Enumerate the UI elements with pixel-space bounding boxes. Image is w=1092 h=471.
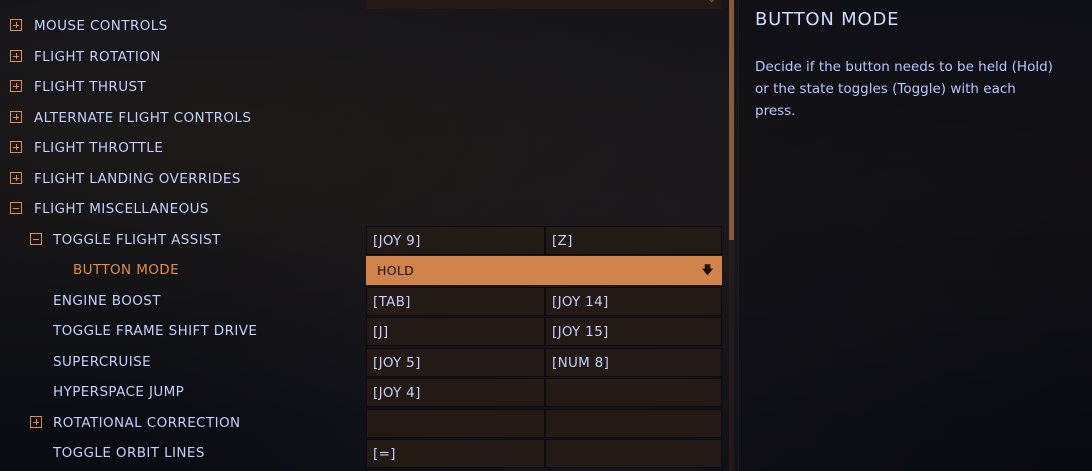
primary-binding[interactable]: [JOY 5] xyxy=(366,348,545,377)
collapse-icon[interactable] xyxy=(10,202,22,214)
binding-label: TOGGLE ORBIT LINES xyxy=(53,445,205,461)
controls-list: ⌄ MOUSE CONTROLS FLIGHT ROTATION FLIGHT … xyxy=(0,0,722,471)
category-alternate-flight-controls[interactable]: ALTERNATE FLIGHT CONTROLS xyxy=(0,104,722,132)
expand-icon[interactable] xyxy=(10,19,22,31)
primary-binding[interactable]: [J] xyxy=(366,317,545,346)
category-flight-rotation[interactable]: FLIGHT ROTATION xyxy=(0,43,722,71)
expand-icon[interactable] xyxy=(10,80,22,92)
binding-label: SUPERCRUISE xyxy=(53,354,151,370)
binding-label: ENGINE BOOST xyxy=(53,293,161,309)
secondary-binding[interactable]: [NUM 8] xyxy=(545,348,722,377)
expand-icon[interactable] xyxy=(10,50,22,62)
category-label: ALTERNATE FLIGHT CONTROLS xyxy=(34,110,252,126)
expand-icon[interactable] xyxy=(10,141,22,153)
primary-binding[interactable]: [=] xyxy=(366,439,545,468)
help-description: Decide if the button needs to be held (H… xyxy=(755,59,1053,119)
secondary-binding[interactable] xyxy=(545,409,722,438)
option-label: BUTTON MODE xyxy=(73,262,180,278)
secondary-binding[interactable]: [JOY 15] xyxy=(545,317,722,346)
binding-rotational-correction[interactable]: ROTATIONAL CORRECTION xyxy=(0,409,722,438)
binding-label: ROTATIONAL CORRECTION xyxy=(53,415,241,431)
primary-binding[interactable]: [TAB] xyxy=(366,287,545,316)
scrollbar-thumb[interactable] xyxy=(729,0,734,240)
category-mouse-controls[interactable]: MOUSE CONTROLS xyxy=(0,12,722,40)
primary-binding[interactable] xyxy=(366,409,545,438)
binding-engine-boost[interactable]: ENGINE BOOST [TAB] [JOY 14] xyxy=(0,287,722,316)
category-label: FLIGHT THROTTLE xyxy=(34,140,164,156)
category-flight-thrust[interactable]: FLIGHT THRUST xyxy=(0,73,722,101)
collapse-icon[interactable] xyxy=(30,233,42,245)
secondary-binding[interactable] xyxy=(545,439,722,468)
primary-binding[interactable]: [JOY 9] xyxy=(366,226,545,255)
secondary-binding[interactable]: [JOY 14] xyxy=(545,287,722,316)
secondary-binding[interactable] xyxy=(545,378,722,407)
binding-toggle-flight-assist[interactable]: TOGGLE FLIGHT ASSIST [JOY 9] [Z] xyxy=(0,226,722,255)
primary-binding[interactable]: [JOY 4] xyxy=(366,378,545,407)
category-flight-miscellaneous[interactable]: FLIGHT MISCELLANEOUS xyxy=(0,195,722,223)
category-label: FLIGHT LANDING OVERRIDES xyxy=(34,171,241,187)
button-mode-dropdown[interactable]: HOLD 🡇 xyxy=(366,256,722,285)
binding-hyperspace-jump[interactable]: HYPERSPACE JUMP [JOY 4] xyxy=(0,378,722,407)
expand-icon[interactable] xyxy=(10,172,22,184)
category-label: MOUSE CONTROLS xyxy=(34,18,168,34)
category-label: FLIGHT ROTATION xyxy=(34,49,161,65)
chevron-down-icon: ⌄ xyxy=(708,0,716,5)
binding-supercruise[interactable]: SUPERCRUISE [JOY 5] [NUM 8] xyxy=(0,348,722,377)
binding-toggle-orbit-lines[interactable]: TOGGLE ORBIT LINES [=] xyxy=(0,439,722,468)
help-title: BUTTON MODE xyxy=(755,9,900,30)
secondary-binding[interactable]: [Z] xyxy=(545,226,722,255)
binding-label: TOGGLE FLIGHT ASSIST xyxy=(53,232,221,248)
dropdown-value: HOLD xyxy=(377,263,415,278)
category-flight-throttle[interactable]: FLIGHT THROTTLE xyxy=(0,134,722,162)
category-label: FLIGHT THRUST xyxy=(34,79,147,95)
category-flight-landing-overrides[interactable]: FLIGHT LANDING OVERRIDES xyxy=(0,165,722,193)
binding-toggle-frame-shift-drive[interactable]: TOGGLE FRAME SHIFT DRIVE [J] [JOY 15] xyxy=(0,317,722,346)
expand-icon[interactable] xyxy=(30,416,42,428)
presets-dropdown-partial[interactable]: ⌄ xyxy=(366,0,722,9)
binding-label: TOGGLE FRAME SHIFT DRIVE xyxy=(53,323,258,339)
category-label: FLIGHT MISCELLANEOUS xyxy=(34,201,209,217)
down-arrow-icon: 🡇 xyxy=(701,263,714,277)
binding-label: HYPERSPACE JUMP xyxy=(53,384,185,400)
expand-icon[interactable] xyxy=(10,111,22,123)
